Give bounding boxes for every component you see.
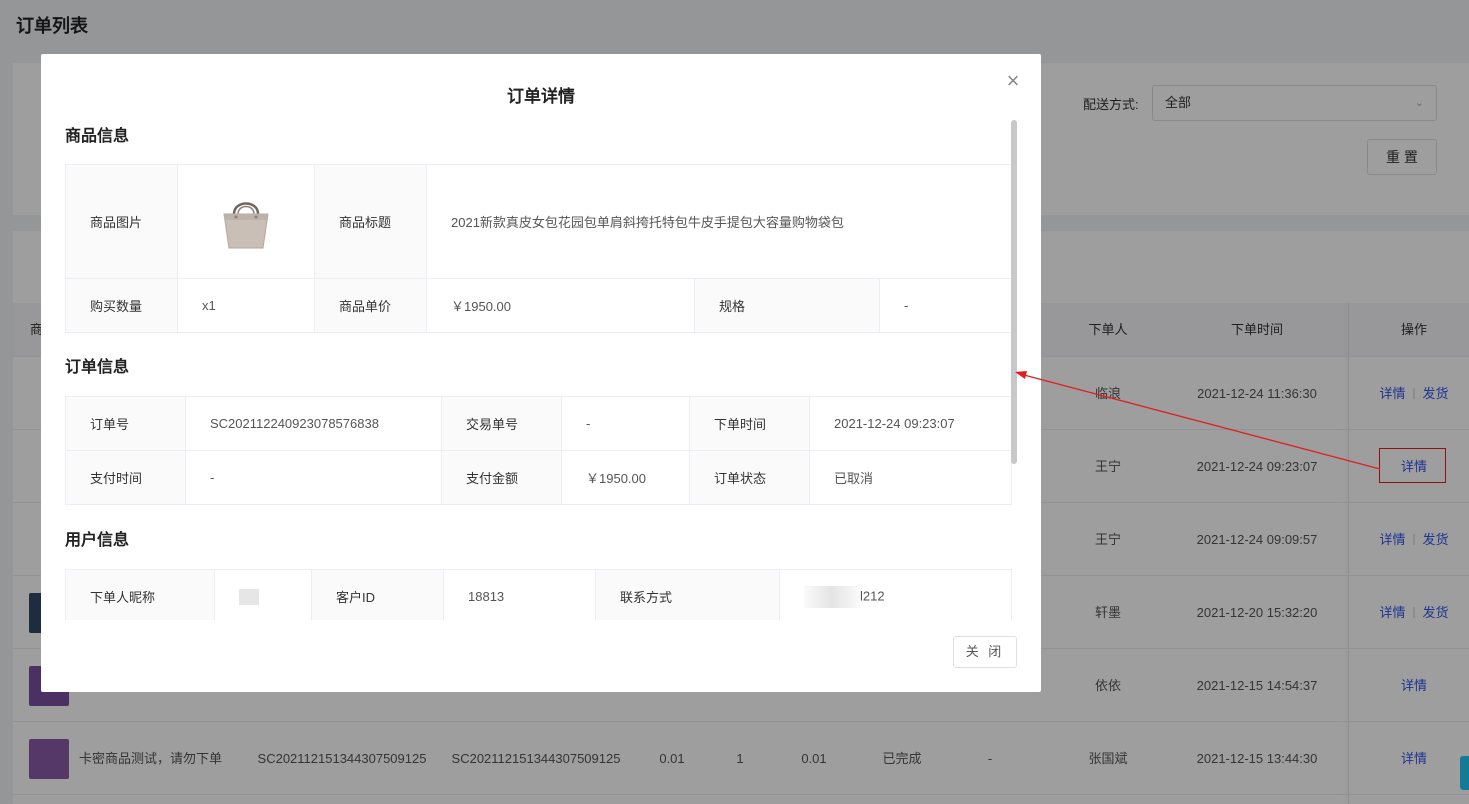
- product-info-table: 商品图片 商品标题 2021新款真皮女包花园包单肩斜挎托特包牛皮手提包大容量购物…: [65, 164, 1013, 333]
- close-button[interactable]: 关 闭: [953, 636, 1017, 668]
- trade-no-label: 交易单号: [441, 396, 562, 451]
- customer-id-value: 18813: [443, 569, 596, 620]
- order-status-label: 订单状态: [689, 450, 810, 505]
- order-time-label: 下单时间: [689, 396, 810, 451]
- trade-no-value: -: [561, 396, 690, 451]
- spec-value: -: [878, 278, 1013, 333]
- nickname-label: 下单人昵称: [65, 569, 215, 620]
- redacted-block: [804, 585, 860, 608]
- contact-value-suffix: l212: [860, 587, 885, 603]
- pay-amount-label: 支付金额: [441, 450, 562, 505]
- order-status-value: 已取消: [809, 450, 1012, 505]
- redacted-block: [239, 588, 259, 605]
- handbag-image: [223, 201, 269, 248]
- product-title-label: 商品标题: [314, 164, 427, 279]
- product-image-label: 商品图片: [65, 164, 178, 279]
- order-no-value: SC202112240923078576838: [185, 396, 442, 451]
- order-no-label: 订单号: [65, 396, 186, 451]
- close-icon[interactable]: ×: [1003, 70, 1023, 92]
- user-info-table: 下单人昵称 客户ID 18813 联系方式 l212: [65, 569, 1012, 620]
- order-time-value: 2021-12-24 09:23:07: [809, 396, 1012, 451]
- product-image-cell: [177, 164, 315, 279]
- unit-price-label: 商品单价: [314, 278, 427, 333]
- qty-label: 购买数量: [65, 278, 178, 333]
- dialog-body[interactable]: 商品信息 商品图片 商品标题 2021新款真皮女包花园包单肩斜挎托特包牛皮手提包…: [41, 118, 1041, 620]
- unit-price-value: ￥1950.00: [426, 278, 695, 333]
- contact-value: l212: [779, 569, 1012, 620]
- qty-value: x1: [177, 278, 315, 333]
- product-section-title: 商品信息: [65, 128, 130, 145]
- user-section-title: 用户信息: [65, 532, 130, 549]
- order-detail-dialog: 订单详情 × 商品信息 商品图片 商品标题 2021新款真皮女包花园包单肩斜挎托…: [41, 54, 1041, 692]
- order-section-title: 订单信息: [65, 359, 130, 376]
- contact-label: 联系方式: [595, 569, 780, 620]
- customer-id-label: 客户ID: [311, 569, 444, 620]
- order-info-table: 订单号 SC202112240923078576838 交易单号 - 下单时间 …: [65, 396, 1012, 505]
- spec-label: 规格: [694, 278, 880, 333]
- pay-time-label: 支付时间: [65, 450, 186, 505]
- product-image: [202, 190, 290, 254]
- product-title-value: 2021新款真皮女包花园包单肩斜挎托特包牛皮手提包大容量购物袋包: [425, 164, 1013, 279]
- pay-amount-value: ￥1950.00: [561, 450, 690, 505]
- nickname-value: [214, 569, 312, 620]
- dialog-title: 订单详情: [507, 87, 575, 106]
- pay-time-value: -: [185, 450, 442, 505]
- dialog-scrollbar[interactable]: [1011, 120, 1017, 464]
